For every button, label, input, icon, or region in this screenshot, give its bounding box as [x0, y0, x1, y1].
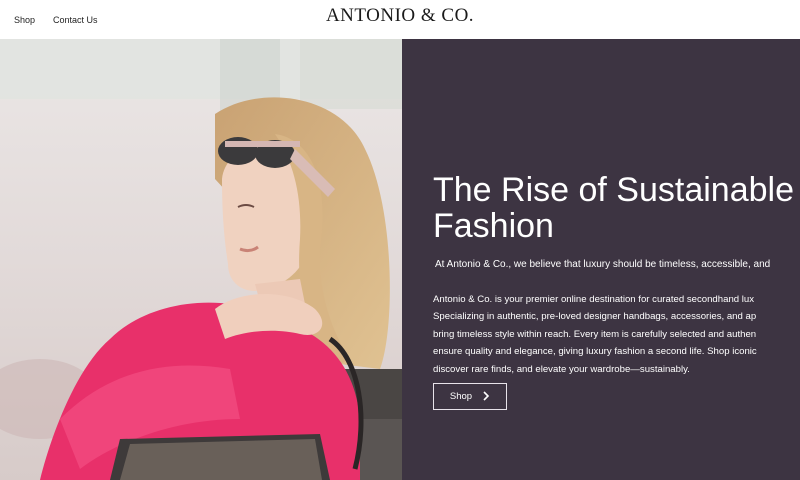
- body-line: bring timeless style within reach. Every…: [433, 328, 757, 340]
- body-line: Specializing in authentic, pre-loved des…: [433, 311, 757, 323]
- hero-headline: The Rise of Sustainable Fashion: [433, 172, 800, 244]
- hero-body-text: Antonio & Co. is your premier online des…: [433, 291, 800, 378]
- body-line: ensure quality and elegance, giving luxu…: [433, 346, 757, 358]
- body-line: Antonio & Co. is your premier online des…: [433, 294, 755, 305]
- hero-headline-line-1: The Rise of Sustainable: [433, 171, 794, 209]
- hero-lead-text: At Antonio & Co., we believe that luxury…: [435, 259, 771, 270]
- body-line: discover rare finds, and elevate your wa…: [433, 363, 690, 375]
- hero-headline-line-2: Fashion: [433, 207, 554, 245]
- chevron-right-icon: [482, 390, 490, 403]
- shop-button[interactable]: Shop: [433, 383, 507, 410]
- hero-content-panel: The Rise of Sustainable Fashion At Anton…: [402, 39, 800, 480]
- top-navigation: Shop Contact Us ANTONIO & CO.: [0, 0, 800, 39]
- brand-logo[interactable]: ANTONIO & CO.: [0, 5, 800, 27]
- woman-with-handbag-illustration: [0, 39, 402, 480]
- shop-button-label: Shop: [449, 391, 473, 402]
- hero-photo: [0, 39, 402, 480]
